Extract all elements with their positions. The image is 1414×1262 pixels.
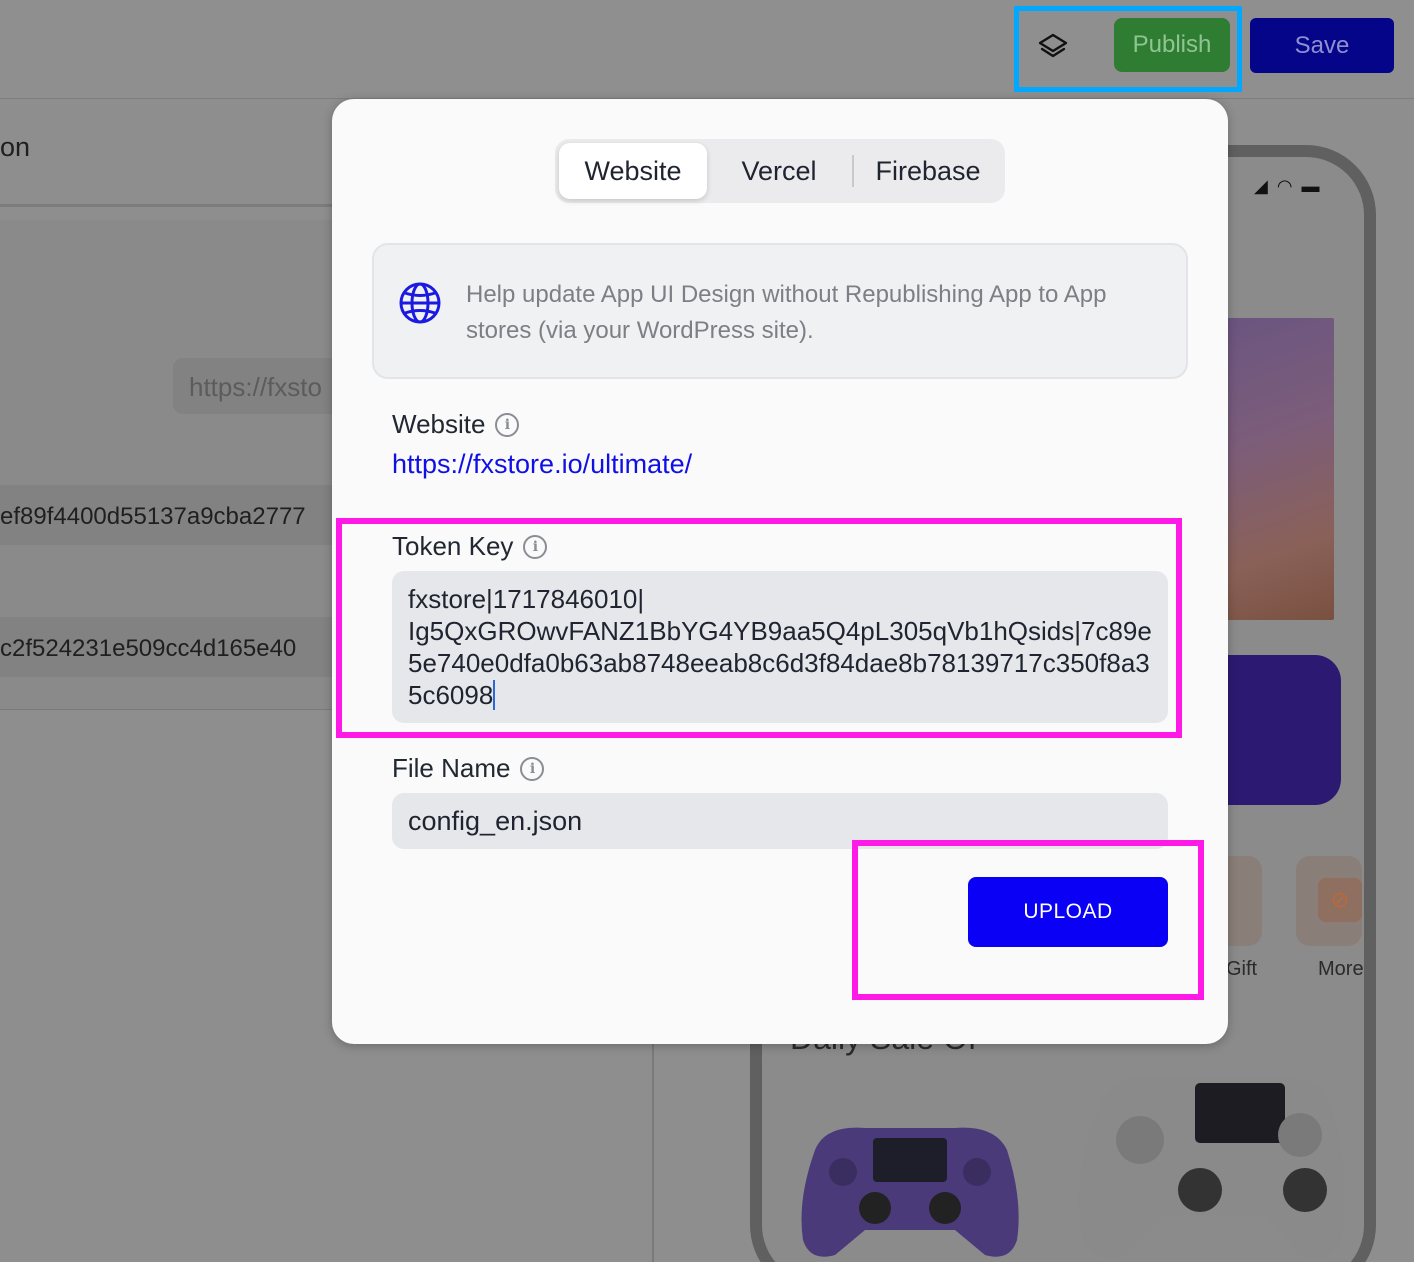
tab-firebase[interactable]: Firebase <box>855 143 1001 199</box>
background-secret-field[interactable]: c2f524231e509cc4d165e40 <box>0 617 332 677</box>
left-panel-heading: on <box>0 132 31 162</box>
phone-promo-card <box>1210 655 1341 805</box>
publish-button[interactable]: Publish <box>1114 18 1230 72</box>
info-icon[interactable]: i <box>523 534 548 559</box>
phone-banner-image <box>1214 318 1334 620</box>
token-key-label-text: Token Key <box>392 531 514 561</box>
upload-button[interactable]: UPLOAD <box>968 877 1168 947</box>
globe-icon <box>399 282 441 324</box>
tab-website[interactable]: Website <box>559 143 707 199</box>
info-icon[interactable]: i <box>495 412 520 437</box>
panel-divider <box>652 1040 654 1262</box>
website-label: Website i <box>392 409 520 440</box>
token-key-value: fxstore|1717846010| Ig5QxGROwvFANZ1BbYG4… <box>408 584 1152 710</box>
file-name-label-text: File Name <box>392 753 511 783</box>
tab-separator <box>852 155 854 187</box>
info-icon[interactable]: i <box>520 756 545 781</box>
info-banner: Help update App UI Design without Republ… <box>372 243 1188 379</box>
phone-tile-label-gift: Gift <box>1226 958 1258 980</box>
publish-target-tabs: Website Vercel Firebase <box>555 139 1005 203</box>
background-key-field[interactable]: ef89f4400d55137a9cba2777 <box>0 485 332 545</box>
token-key-label: Token Key i <box>392 531 548 562</box>
publish-modal: Website Vercel Firebase Help update App … <box>332 99 1228 1044</box>
layers-icon <box>1038 33 1068 58</box>
info-banner-text: Help update App UI Design without Republ… <box>466 281 1107 344</box>
tab-vercel[interactable]: Vercel <box>711 143 847 199</box>
layers-button[interactable] <box>1030 26 1076 68</box>
background-url-field[interactable]: https://fxsto <box>173 358 343 414</box>
website-label-text: Website <box>392 409 486 439</box>
phone-status-icons: ◢ ◠ ▬ <box>1254 176 1322 196</box>
file-name-input[interactable] <box>392 793 1168 849</box>
gamepad-image-white <box>1078 1075 1346 1258</box>
save-button[interactable]: Save <box>1250 18 1394 73</box>
phone-tile-label-more: More <box>1318 958 1364 980</box>
token-key-input[interactable]: fxstore|1717846010| Ig5QxGROwvFANZ1BbYG4… <box>392 571 1168 723</box>
website-link[interactable]: https://fxstore.io/ultimate/ <box>392 449 692 480</box>
compass-icon: ⊘ <box>1318 878 1362 922</box>
left-panel-divider <box>0 204 332 207</box>
file-name-label: File Name i <box>392 753 545 784</box>
gamepad-image-purple <box>801 1127 1019 1257</box>
text-caret <box>493 680 496 710</box>
